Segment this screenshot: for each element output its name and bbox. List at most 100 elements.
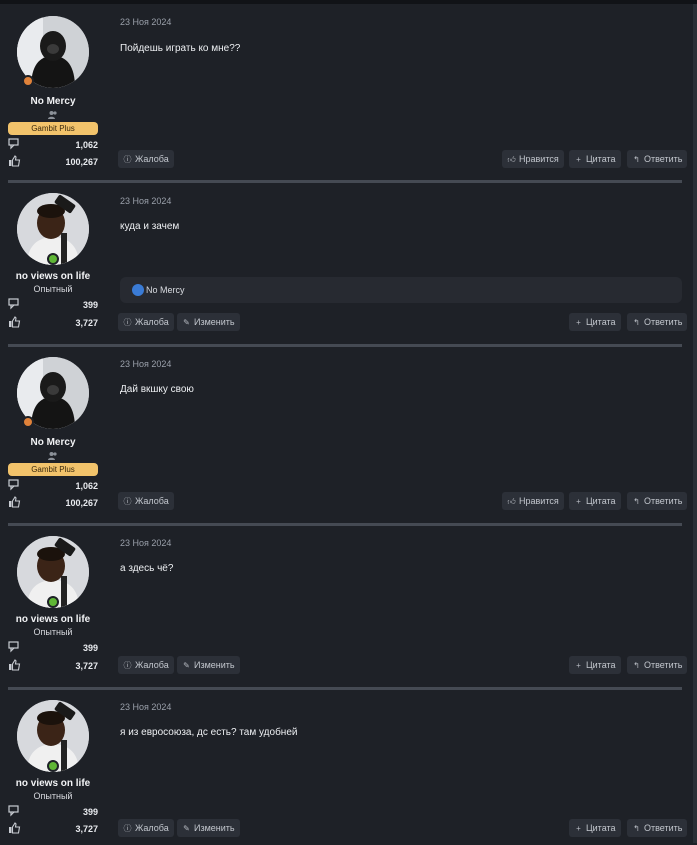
post-body: no views on life Опытный 399 3,727 23 Но… [0, 526, 690, 690]
messages-count: 1,062 [75, 481, 98, 491]
post-body: no views on life Опытный 399 3,727 23 Но… [0, 690, 690, 843]
messages-count: 399 [82, 807, 98, 817]
post: No Mercy Gambit Plus 1,062 100,267 23 Но… [0, 347, 697, 526]
post-message: я из евросоюза, дс есть? там удобней [120, 727, 298, 738]
plus-icon: + [576, 497, 581, 506]
reactions-count: 3,727 [75, 824, 98, 834]
reacted-by[interactable]: No Mercy [146, 285, 185, 295]
reply-button[interactable]: ↰ Ответить [627, 492, 688, 510]
quote-button[interactable]: + Цитата [569, 656, 621, 674]
reactions-stat: 3,727 [8, 659, 98, 673]
reply-button[interactable]: ↰ Ответить [627, 819, 688, 837]
username[interactable]: no views on life [0, 271, 106, 282]
thumbs-up-icon: 👍︎ [507, 155, 516, 164]
pencil-icon: ✎ [183, 824, 190, 833]
post-message: куда и зачем [120, 221, 180, 232]
scrollbar-track[interactable] [693, 690, 697, 843]
status-indicator [47, 596, 59, 608]
scrollbar-track[interactable] [693, 347, 697, 526]
quote-button[interactable]: + Цитата [569, 313, 621, 331]
messages-stat: 399 [8, 805, 98, 819]
user-group-icon [48, 111, 57, 119]
report-button[interactable]: ⓘ Жалоба [118, 492, 174, 510]
reply-arrow-icon: ↰ [633, 155, 640, 164]
edit-button[interactable]: ✎ Изменить [177, 819, 240, 837]
chat-bubbles-icon [8, 138, 19, 150]
post-date[interactable]: 23 Ноя 2024 [120, 17, 171, 27]
user-rank: Опытный [33, 791, 73, 801]
reply-button[interactable]: ↰ Ответить [627, 150, 688, 168]
username[interactable]: No Mercy [0, 96, 106, 107]
quote-button[interactable]: + Цитата [569, 492, 621, 510]
reactions-stat: 3,727 [8, 316, 98, 330]
like-button[interactable]: 👍︎ Нравится [502, 150, 564, 168]
reply-arrow-icon: ↰ [633, 824, 640, 833]
post-body: No Mercy Gambit Plus 1,062 100,267 23 Но… [0, 347, 690, 526]
post: no views on life Опытный 399 3,727 23 Но… [0, 526, 697, 690]
scrollbar-track[interactable] [693, 183, 697, 347]
post-date[interactable]: 23 Ноя 2024 [120, 359, 171, 369]
reply-arrow-icon: ↰ [633, 661, 640, 670]
post: no views on life Опытный 399 3,727 23 Но… [0, 183, 697, 347]
like-reaction-icon [132, 284, 144, 296]
pencil-icon: ✎ [183, 318, 190, 327]
post-body: no views on life Опытный 399 3,727 23 Но… [0, 183, 690, 347]
reactions-bar[interactable]: No Mercy [120, 277, 682, 303]
reactions-stat: 3,727 [8, 822, 98, 836]
reactions-count: 3,727 [75, 661, 98, 671]
reactions-stat: 100,267 [8, 155, 98, 169]
post-date[interactable]: 23 Ноя 2024 [120, 196, 171, 206]
like-button[interactable]: 👍︎ Нравится [502, 492, 564, 510]
edit-button[interactable]: ✎ Изменить [177, 656, 240, 674]
report-button[interactable]: ⓘ Жалоба [118, 656, 174, 674]
report-icon: ⓘ [123, 318, 132, 327]
chat-bubbles-icon [8, 479, 19, 491]
edit-button[interactable]: ✎ Изменить [177, 313, 240, 331]
status-indicator [22, 75, 34, 87]
post-message: Пойдешь играть ко мне?? [120, 43, 241, 54]
thumbs-up-icon [9, 316, 21, 328]
reactions-stat: 100,267 [8, 496, 98, 510]
report-button[interactable]: ⓘ Жалоба [118, 819, 174, 837]
username[interactable]: no views on life [0, 778, 106, 789]
reactions-count: 100,267 [65, 157, 98, 167]
reply-arrow-icon: ↰ [633, 497, 640, 506]
thumbs-up-icon [9, 659, 21, 671]
post-date[interactable]: 23 Ноя 2024 [120, 702, 171, 712]
pencil-icon: ✎ [183, 661, 190, 670]
plus-icon: + [576, 661, 581, 670]
messages-count: 1,062 [75, 140, 98, 150]
status-indicator [47, 760, 59, 772]
reply-button[interactable]: ↰ Ответить [627, 313, 688, 331]
scrollbar-track[interactable] [693, 526, 697, 690]
chat-bubbles-icon [8, 641, 19, 653]
messages-count: 399 [82, 643, 98, 653]
scrollbar-track[interactable] [693, 4, 697, 183]
report-icon: ⓘ [123, 661, 132, 670]
report-button[interactable]: ⓘ Жалоба [118, 313, 174, 331]
status-indicator [22, 416, 34, 428]
user-rank: Опытный [33, 627, 73, 637]
post-message: а здесь чё? [120, 563, 174, 574]
messages-stat: 399 [8, 298, 98, 312]
status-indicator [47, 253, 59, 265]
messages-stat: 1,062 [8, 138, 98, 152]
username[interactable]: no views on life [0, 614, 106, 625]
report-button[interactable]: ⓘ Жалоба [118, 150, 174, 168]
username[interactable]: No Mercy [0, 437, 106, 448]
thumbs-up-icon [9, 822, 21, 834]
reply-button[interactable]: ↰ Ответить [627, 656, 688, 674]
quote-button[interactable]: + Цитата [569, 150, 621, 168]
thumbs-up-icon: 👍︎ [507, 497, 516, 506]
post-date[interactable]: 23 Ноя 2024 [120, 538, 171, 548]
user-badge: Gambit Plus [8, 122, 98, 135]
quote-button[interactable]: + Цитата [569, 819, 621, 837]
reactions-count: 3,727 [75, 318, 98, 328]
messages-count: 399 [82, 300, 98, 310]
plus-icon: + [576, 318, 581, 327]
thread: No Mercy Gambit Plus 1,062 100,267 23 Но… [0, 4, 697, 843]
post-message: Дай вкшку свою [120, 384, 194, 395]
reply-arrow-icon: ↰ [633, 318, 640, 327]
chat-bubbles-icon [8, 298, 19, 310]
plus-icon: + [576, 155, 581, 164]
